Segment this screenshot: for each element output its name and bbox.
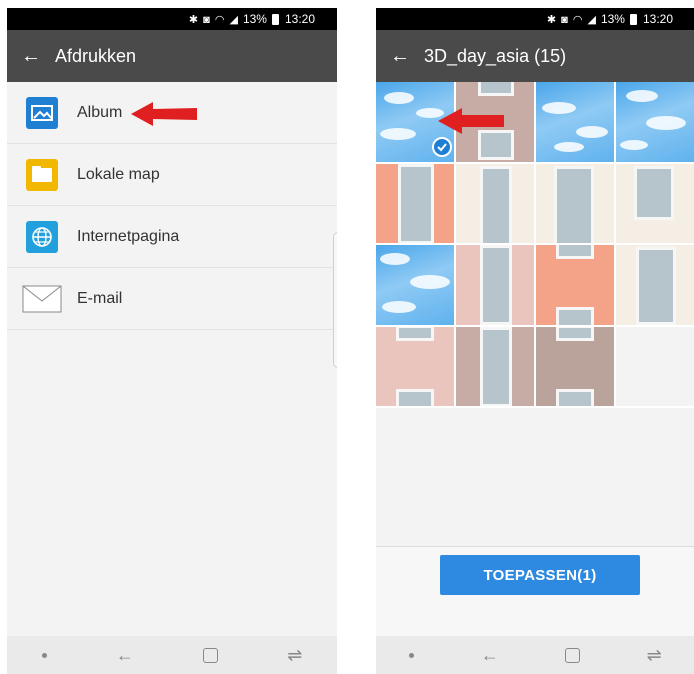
status-icons: ✱ ◙ ◠ ◢ <box>188 13 239 26</box>
photo-thumbnail[interactable] <box>456 326 536 408</box>
photo-thumbnail[interactable] <box>536 82 616 164</box>
nav-back-icon[interactable]: ← <box>116 645 134 666</box>
nav-recents-icon[interactable]: ⇌ <box>287 645 302 666</box>
clock: 13:20 <box>284 12 315 26</box>
photo-thumbnail[interactable] <box>616 245 694 327</box>
status-bar: ✱ ◙ ◠ ◢ 13% 13:20 <box>376 8 694 30</box>
navigation-bar: ← ⇌ <box>376 636 694 674</box>
battery-percent: 13% <box>600 12 625 26</box>
album-icon <box>26 96 58 129</box>
nav-back-icon[interactable]: ← <box>481 645 499 666</box>
left-screen: ✱ ◙ ◠ ◢ 13% 13:20 ← Afdrukken Album Loka… <box>7 8 337 674</box>
status-icons: ✱ ◙ ◠ ◢ <box>546 13 597 26</box>
source-list: Album Lokale map Internetpagina E-mail <box>7 82 337 330</box>
globe-icon <box>26 220 58 253</box>
menu-item-webpage[interactable]: Internetpagina <box>7 206 337 268</box>
menu-item-album[interactable]: Album <box>7 82 337 144</box>
menu-item-label: Album <box>77 103 123 121</box>
photo-thumbnail[interactable] <box>616 82 694 164</box>
status-bar: ✱ ◙ ◠ ◢ 13% 13:20 <box>7 8 337 30</box>
menu-item-label: E-mail <box>77 289 123 307</box>
back-arrow-icon[interactable]: ← <box>7 46 55 66</box>
app-bar: ← Afdrukken <box>7 30 337 82</box>
selected-check-icon <box>432 136 452 157</box>
menu-item-label: Internetpagina <box>77 227 180 245</box>
photo-thumbnail[interactable] <box>616 163 694 245</box>
navigation-bar: ← ⇌ <box>7 636 337 674</box>
battery-icon <box>629 13 637 25</box>
battery-percent: 13% <box>242 12 267 26</box>
menu-item-local-folder[interactable]: Lokale map <box>7 144 337 206</box>
bottom-action-panel: TOEPASSEN(1) <box>376 546 694 636</box>
photo-thumbnail[interactable] <box>456 163 536 245</box>
empty-grid-cell <box>616 326 694 408</box>
folder-icon <box>26 158 58 191</box>
right-screen: ✱ ◙ ◠ ◢ 13% 13:20 ← 3D_day_asia (15) TOE… <box>376 8 694 674</box>
page-title: Afdrukken <box>55 45 137 66</box>
photo-thumbnail[interactable] <box>536 163 616 245</box>
photo-thumbnail[interactable] <box>536 245 616 327</box>
photo-thumbnail[interactable] <box>376 326 456 408</box>
photo-thumbnail[interactable] <box>376 245 456 327</box>
nav-home-icon[interactable] <box>565 647 581 663</box>
nav-dot-icon <box>41 652 47 658</box>
nav-home-icon[interactable] <box>203 647 219 663</box>
red-arrow-pointer <box>438 108 504 134</box>
menu-item-label: Lokale map <box>77 165 160 183</box>
page-title: 3D_day_asia (15) <box>424 45 567 66</box>
back-arrow-icon[interactable]: ← <box>376 46 424 66</box>
scroll-handle[interactable] <box>333 232 337 368</box>
nav-dot-icon <box>409 652 415 658</box>
nav-recents-icon[interactable]: ⇌ <box>647 645 662 666</box>
battery-icon <box>271 13 279 25</box>
apply-button[interactable]: TOEPASSEN(1) <box>440 555 640 595</box>
red-arrow-pointer <box>131 102 197 126</box>
photo-thumbnail[interactable] <box>456 245 536 327</box>
photo-grid <box>376 82 694 408</box>
photo-thumbnail[interactable] <box>536 326 616 408</box>
mail-icon <box>22 285 62 313</box>
app-bar: ← 3D_day_asia (15) <box>376 30 694 82</box>
photo-thumbnail[interactable] <box>376 163 456 245</box>
clock: 13:20 <box>642 12 673 26</box>
menu-item-email[interactable]: E-mail <box>7 268 337 330</box>
